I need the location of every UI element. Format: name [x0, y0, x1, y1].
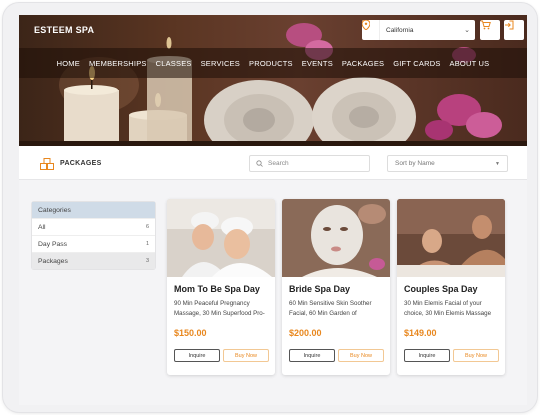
- app-screen: ESTEEM SPA California ⌄ HOME MEMBERSHIPS…: [19, 15, 527, 405]
- nav-about-us[interactable]: ABOUT US: [450, 59, 490, 68]
- package-card[interactable]: Bride Spa Day 60 Min Sensitive Skin Soot…: [282, 199, 390, 375]
- package-price: $200.00: [289, 328, 322, 338]
- package-card[interactable]: Couples Spa Day 30 Min Elemis Facial of …: [397, 199, 505, 375]
- hero-banner: ESTEEM SPA California ⌄ HOME MEMBERSHIPS…: [19, 15, 527, 146]
- package-card[interactable]: Mom To Be Spa Day 90 Min Peaceful Pregna…: [167, 199, 275, 375]
- login-button[interactable]: [504, 20, 524, 40]
- location-select[interactable]: California ⌄: [362, 20, 475, 40]
- package-price: $149.00: [404, 328, 437, 338]
- map-pin-icon: [362, 20, 380, 40]
- brand-logo[interactable]: ESTEEM SPA: [34, 25, 94, 35]
- caret-down-icon: ▼: [495, 160, 500, 167]
- nav-services[interactable]: SERVICES: [201, 59, 240, 68]
- sort-value: Sort by Name: [395, 160, 435, 167]
- package-description: 60 Min Sensitive Skin Soother Facial, 60…: [289, 300, 372, 317]
- search-placeholder: Search: [268, 160, 289, 167]
- packages-icon: [40, 157, 54, 175]
- buy-now-button[interactable]: Buy Now: [223, 349, 269, 362]
- package-price: $150.00: [174, 328, 207, 338]
- category-count: 6: [145, 224, 149, 230]
- nav-packages[interactable]: PACKAGES: [342, 59, 384, 68]
- package-description: 90 Min Peaceful Pregnancy Massage, 30 Mi…: [174, 300, 265, 317]
- chevron-down-icon: ⌄: [464, 27, 470, 34]
- category-label: Packages: [38, 257, 68, 265]
- inquire-button[interactable]: Inquire: [289, 349, 335, 362]
- category-item-packages[interactable]: Packages 3: [32, 252, 155, 269]
- categories-header: Categories: [32, 202, 155, 218]
- package-title: Bride Spa Day: [289, 284, 351, 294]
- cart-icon: [480, 20, 491, 30]
- location-value: California: [386, 26, 414, 34]
- package-title: Mom To Be Spa Day: [174, 284, 260, 294]
- buy-now-button[interactable]: Buy Now: [338, 349, 384, 362]
- category-count: 1: [145, 241, 149, 247]
- package-image: [397, 199, 505, 277]
- nav-gift-cards[interactable]: GIFT CARDS: [393, 59, 440, 68]
- package-image: [167, 199, 275, 277]
- nav-products[interactable]: PRODUCTS: [249, 59, 293, 68]
- buy-now-button[interactable]: Buy Now: [453, 349, 499, 362]
- package-description: 30 Min Elemis Facial of your choice, 30 …: [404, 300, 492, 317]
- search-input[interactable]: Search: [249, 155, 370, 172]
- device-frame: ESTEEM SPA California ⌄ HOME MEMBERSHIPS…: [3, 3, 537, 412]
- sort-select[interactable]: Sort by Name ▼: [387, 155, 508, 172]
- page-title: PACKAGES: [60, 160, 102, 167]
- main-nav: HOME MEMBERSHIPS CLASSES SERVICES PRODUC…: [19, 48, 527, 78]
- nav-classes[interactable]: CLASSES: [156, 59, 192, 68]
- package-image: [282, 199, 390, 277]
- nav-home[interactable]: HOME: [57, 59, 80, 68]
- inquire-button[interactable]: Inquire: [174, 349, 220, 362]
- inquire-button[interactable]: Inquire: [404, 349, 450, 362]
- package-title: Couples Spa Day: [404, 284, 478, 294]
- packages-toolbar: PACKAGES Search Sort by Name ▼: [19, 146, 527, 180]
- category-item-day-pass[interactable]: Day Pass 1: [32, 235, 155, 252]
- category-count: 3: [145, 258, 149, 264]
- search-icon: [256, 160, 263, 167]
- cart-button[interactable]: [480, 20, 500, 40]
- nav-memberships[interactable]: MEMBERSHIPS: [89, 59, 147, 68]
- categories-panel: Categories All 6 Day Pass 1 Packages 3: [32, 202, 155, 269]
- category-label: All: [38, 223, 46, 231]
- category-label: Day Pass: [38, 240, 68, 248]
- login-icon: [505, 20, 514, 30]
- nav-events[interactable]: EVENTS: [302, 59, 333, 68]
- category-item-all[interactable]: All 6: [32, 218, 155, 235]
